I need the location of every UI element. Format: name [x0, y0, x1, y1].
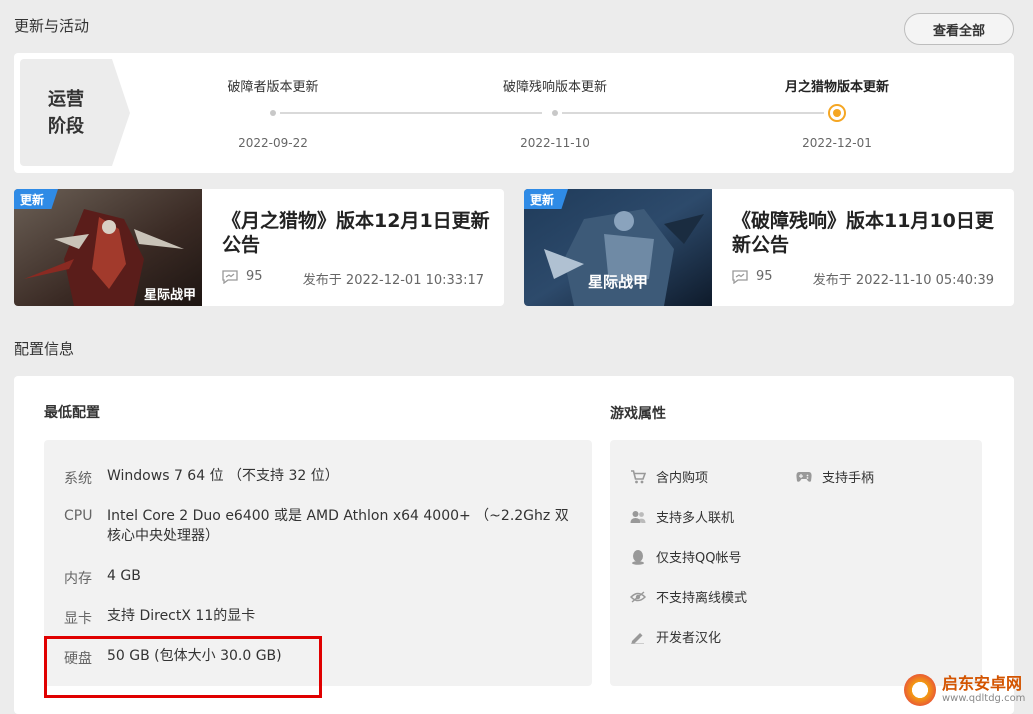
timeline-item-3-date: 2022-12-01	[802, 136, 872, 150]
news-card-1-title[interactable]: 《月之猎物》版本12月1日更新公告	[222, 209, 492, 257]
stage-arrow	[112, 59, 130, 166]
attr-offline-mode-label: 不支持离线模式	[656, 591, 748, 606]
news-card-2-badge: 更新	[524, 189, 569, 209]
spec-label-cpu: CPU	[64, 508, 93, 524]
spec-label-os: 系统	[64, 471, 92, 487]
news-card-1-logo: 星际战甲	[144, 288, 197, 303]
spec-value-ram: 4 GB	[107, 568, 141, 584]
spec-value-gpu: 支持 DirectX 11的显卡	[107, 608, 256, 624]
offline-icon	[630, 590, 646, 603]
spec-value-os: Windows 7 64 位 （不支持 32 位）	[107, 468, 339, 484]
spec-value-cpu: Intel Core 2 Duo e6400 或是 AMD Athlon x64…	[107, 508, 569, 544]
news-card-2-comments[interactable]: 95	[732, 269, 773, 284]
site-watermark: 启东安卓网 www.qdltdg.com	[904, 674, 1025, 706]
timeline-item-3-title[interactable]: 月之猎物版本更新	[747, 76, 927, 95]
timeline-item-1-date: 2022-09-22	[238, 136, 308, 150]
timeline-item-1-dot[interactable]	[270, 110, 276, 116]
attr-offline-mode: 不支持离线模式	[630, 587, 747, 606]
news-card-1[interactable]: 更新 星际战甲 《月之猎物》版本12月1日更新公告 95 发布于 2022-12…	[14, 189, 504, 306]
news-card-1-comment-count: 95	[246, 269, 263, 284]
qq-icon	[632, 549, 644, 565]
stage-tag: 运营 阶段	[20, 59, 112, 166]
timeline-item-1-title[interactable]: 破障者版本更新	[183, 76, 363, 95]
multiplayer-icon	[630, 510, 646, 523]
gamepad-icon	[796, 471, 812, 482]
game-attributes-title: 游戏属性	[610, 406, 666, 422]
min-config-title: 最低配置	[44, 405, 100, 421]
timeline-line-1	[280, 112, 542, 114]
news-card-2-logo: 星际战甲	[588, 273, 649, 291]
watermark-logo-icon	[904, 674, 936, 706]
attr-localization-label: 开发者汉化	[656, 631, 722, 646]
timeline-item-2-dot[interactable]	[552, 110, 558, 116]
updates-section-title: 更新与活动	[14, 17, 90, 35]
cart-icon	[631, 469, 646, 483]
attr-localization: 开发者汉化	[630, 627, 721, 646]
config-section-title: 配置信息	[14, 340, 75, 358]
attr-gamepad-label: 支持手柄	[822, 471, 875, 486]
timeline-line-2	[562, 112, 824, 114]
comment-icon	[222, 269, 238, 284]
timeline-item-2-title[interactable]: 破障残响版本更新	[465, 76, 645, 95]
spec-label-gpu: 显卡	[64, 611, 92, 627]
attr-qq-account: 仅支持QQ帐号	[630, 547, 741, 566]
pen-icon	[631, 632, 644, 644]
timeline-item-2-date: 2022-11-10	[520, 136, 590, 150]
news-card-1-comments[interactable]: 95	[222, 269, 263, 284]
attr-qq-account-label: 仅支持QQ帐号	[656, 551, 742, 566]
attr-in-app-purchase: 含内购项	[630, 467, 708, 486]
news-card-2-date: 发布于 2022-11-10 05:40:39	[812, 273, 994, 288]
comment-icon	[732, 269, 748, 284]
attr-multiplayer: 支持多人联机	[630, 507, 734, 526]
stage-tag-line1: 运营	[48, 88, 84, 110]
watermark-name: 启东安卓网	[942, 674, 1023, 693]
spec-label-ram: 内存	[64, 571, 92, 587]
stage-tag-line2: 阶段	[48, 115, 84, 137]
attr-multiplayer-label: 支持多人联机	[656, 511, 735, 526]
news-card-2-title[interactable]: 《破障残响》版本11月10日更新公告	[732, 209, 1002, 257]
attr-in-app-purchase-label: 含内购项	[656, 471, 709, 486]
watermark-url: www.qdltdg.com	[942, 693, 1026, 704]
news-card-1-date: 发布于 2022-12-01 10:33:17	[302, 273, 484, 288]
news-card-1-badge: 更新	[14, 189, 59, 209]
disk-highlight-box	[44, 636, 322, 698]
view-all-button[interactable]: 查看全部	[904, 13, 1014, 45]
attr-gamepad: 支持手柄	[796, 467, 874, 486]
timeline-item-3-dot-active[interactable]	[828, 104, 846, 122]
news-card-2[interactable]: 更新 星际战甲 《破障残响》版本11月10日更新公告 95 发布于 2022-1…	[524, 189, 1014, 306]
news-card-2-comment-count: 95	[756, 269, 773, 284]
